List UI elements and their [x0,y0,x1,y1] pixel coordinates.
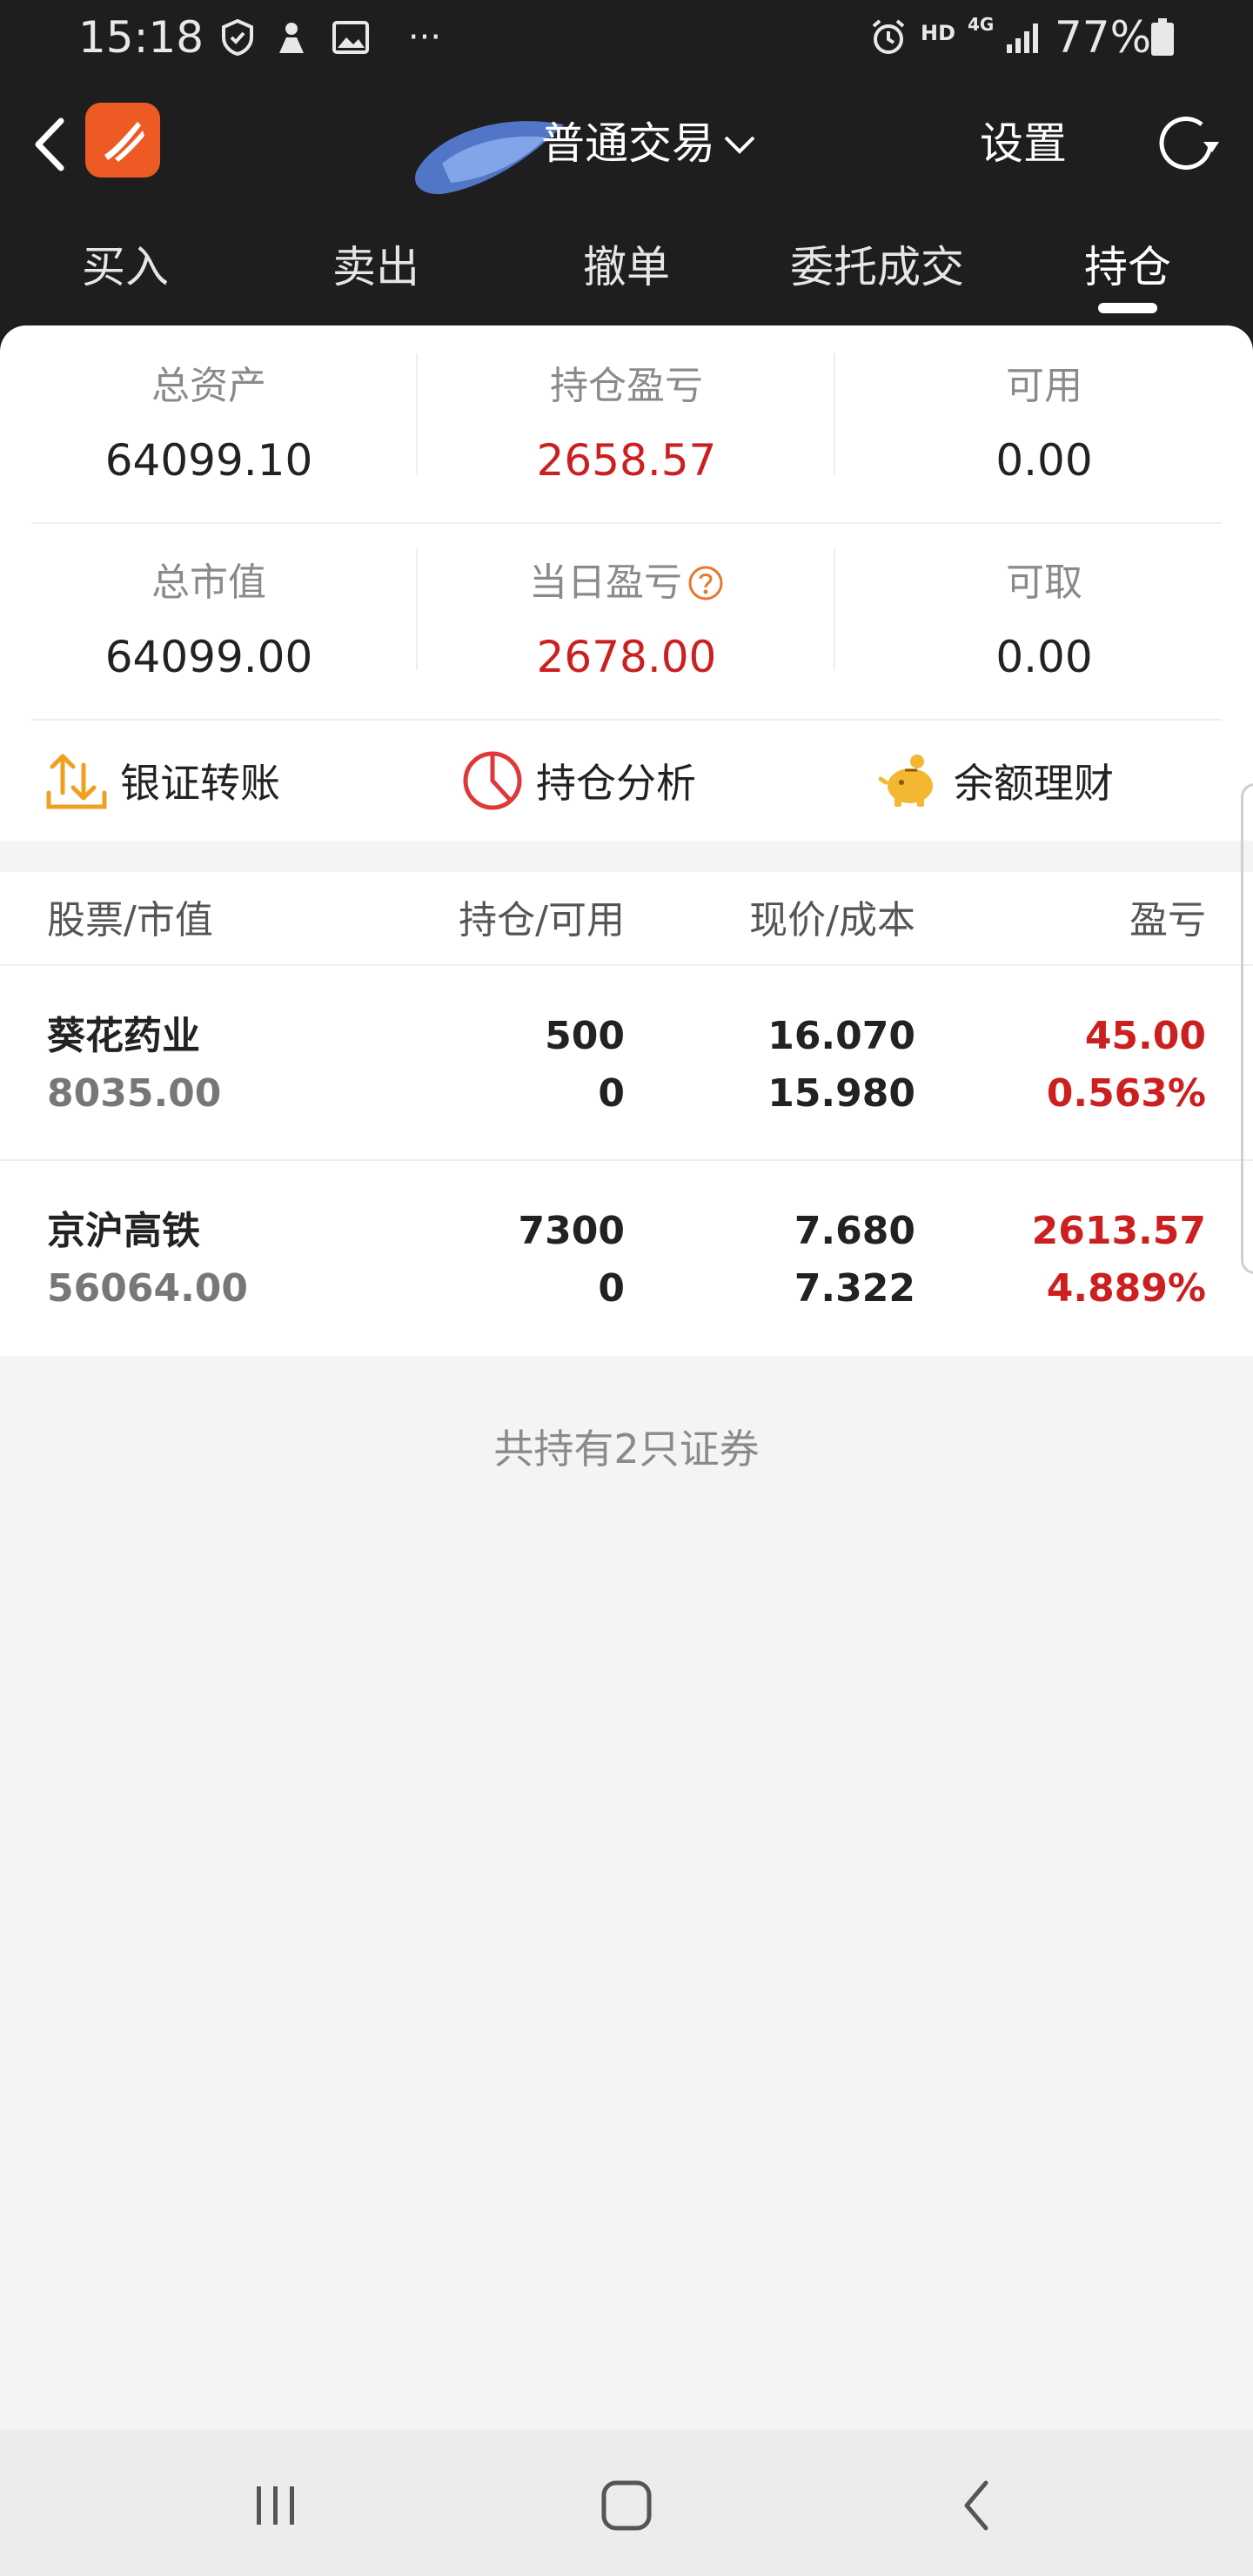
daily-pnl-label: 当日盈亏 [529,560,682,605]
divider [834,548,835,670]
back-arrow-icon [964,2480,988,2531]
position-analysis-label: 持仓分析 [536,760,696,807]
more-notifications: ··· [407,17,442,57]
battery-percent: 77% [1055,12,1152,63]
alarm-icon [867,16,910,59]
position-qty: 500 [545,1014,625,1058]
available-label: 可用 [1006,364,1082,408]
divider [416,548,418,670]
total-assets-label: 总资产 [151,364,266,408]
edge-panel-handle[interactable] [1241,783,1253,1274]
header-price-cost: 现价/成本 [749,898,915,943]
header-stock-value: 股票/市值 [47,898,213,943]
tab-sell[interactable]: 卖出 [251,228,501,315]
recent-apps-icon [257,2486,294,2525]
divider [31,522,1222,524]
pnl-percent: 0.563% [1046,1071,1206,1116]
withdrawable-value: 0.00 [995,632,1093,682]
trade-type-dropdown[interactable]: 普通交易 [541,115,757,172]
stat-total-market-value: 总市值 64099.00 [0,557,418,686]
tab-buy[interactable]: 买入 [0,228,251,315]
back-button[interactable] [23,110,75,179]
stock-market-value: 8035.00 [47,1071,222,1116]
refresh-icon [1159,117,1219,170]
divider [31,719,1222,721]
tab-positions[interactable]: 持仓 [1002,228,1253,315]
pnl-percent: 4.889% [1046,1266,1206,1311]
status-bar: 15:18 ··· HD 4G 77% [0,0,1253,75]
withdrawable-label: 可取 [1006,560,1082,605]
position-pnl-value: 2658.57 [536,435,717,486]
system-back-button[interactable] [938,2466,1016,2545]
stock-name: 葵花药业 [47,1014,200,1058]
battery-icon [1147,16,1178,59]
daily-pnl-label-row: 当日盈亏 [418,557,835,609]
chevron-left-icon [35,117,64,171]
divider [834,353,835,475]
account-summary: 总资产 64099.10 持仓盈亏 2658.57 可用 0.00 总市值 64… [0,325,1253,841]
available-qty: 0 [598,1266,625,1311]
cost-price: 15.980 [767,1071,915,1116]
bank-transfer-icon [44,748,110,814]
current-price: 7.680 [794,1209,915,1253]
holdings-table: 股票/市值 持仓/可用 现价/成本 盈亏 葵花药业 8035.00 500 0 … [0,872,1253,1356]
header-position-available: 持仓/可用 [459,898,625,943]
total-market-value-label: 总市值 [151,560,266,605]
nav-bar: 普通交易 设置 [0,84,1253,205]
stat-daily-pnl: 当日盈亏 2678.00 [418,557,835,686]
chevron-down-icon [724,136,755,154]
cost-price: 7.322 [794,1266,915,1311]
pnl-amount: 2613.57 [1031,1209,1206,1253]
stat-withdrawable: 可取 0.00 [835,557,1253,686]
app-notification-icon [271,16,312,59]
stat-position-pnl: 持仓盈亏 2658.57 [418,360,835,489]
stat-available: 可用 0.00 [835,360,1253,489]
table-row[interactable]: 葵花药业 8035.00 500 0 16.070 15.980 45.00 0… [0,966,1253,1159]
header-pnl: 盈亏 [1129,898,1206,943]
bank-transfer-button[interactable]: 银证转账 [44,741,280,820]
bank-transfer-label: 银证转账 [120,760,280,807]
balance-finance-label: 余额理财 [954,760,1114,807]
stat-total-assets: 总资产 64099.10 [0,360,418,489]
signal-icon [1002,16,1046,59]
table-row[interactable]: 京沪高铁 56064.00 7300 0 7.680 7.322 2613.57… [0,1161,1253,1354]
current-price: 16.070 [767,1014,915,1058]
tab-orders[interactable]: 委托成交 [752,228,1002,315]
holdings-count: 共持有2只证券 [493,1426,760,1472]
position-qty: 7300 [518,1209,625,1253]
tab-cancel[interactable]: 撤单 [501,228,752,315]
system-nav-bar [0,2430,1253,2576]
balance-finance-button[interactable]: 余额理财 [877,741,1114,820]
gallery-icon [329,16,372,59]
home-icon [601,2480,652,2531]
position-pnl-label: 持仓盈亏 [550,364,703,408]
position-analysis-button[interactable]: 持仓分析 [459,741,696,820]
total-assets-value: 64099.10 [104,435,313,486]
stock-market-value: 56064.00 [47,1266,249,1311]
total-market-value-value: 64099.00 [104,632,313,682]
pie-chart-icon [459,748,526,814]
network-type: 4G [968,14,995,35]
status-time: 15:18 [78,12,204,63]
recent-apps-button[interactable] [237,2466,315,2545]
trade-type-label: 普通交易 [541,118,715,169]
home-button[interactable] [587,2466,666,2545]
top-header: 15:18 ··· HD 4G 77% 普通交易 设置 买入 卖出 撤单 委托成… [0,0,1253,366]
help-icon[interactable] [687,565,724,601]
broker-logo [85,103,160,178]
active-tab-indicator [1098,303,1157,313]
shield-icon [218,16,258,59]
pnl-amount: 45.00 [1084,1014,1206,1058]
divider [416,353,418,475]
daily-pnl-value: 2678.00 [536,632,717,682]
available-qty: 0 [598,1071,625,1116]
stock-name: 京沪高铁 [47,1209,200,1253]
settings-button[interactable]: 设置 [980,115,1067,172]
refresh-button[interactable] [1149,106,1223,181]
piggy-bank-icon [877,748,943,814]
available-value: 0.00 [995,435,1093,486]
trade-tabs: 买入 卖出 撤单 委托成交 持仓 [0,228,1253,324]
hd-indicator: HD [921,21,956,45]
